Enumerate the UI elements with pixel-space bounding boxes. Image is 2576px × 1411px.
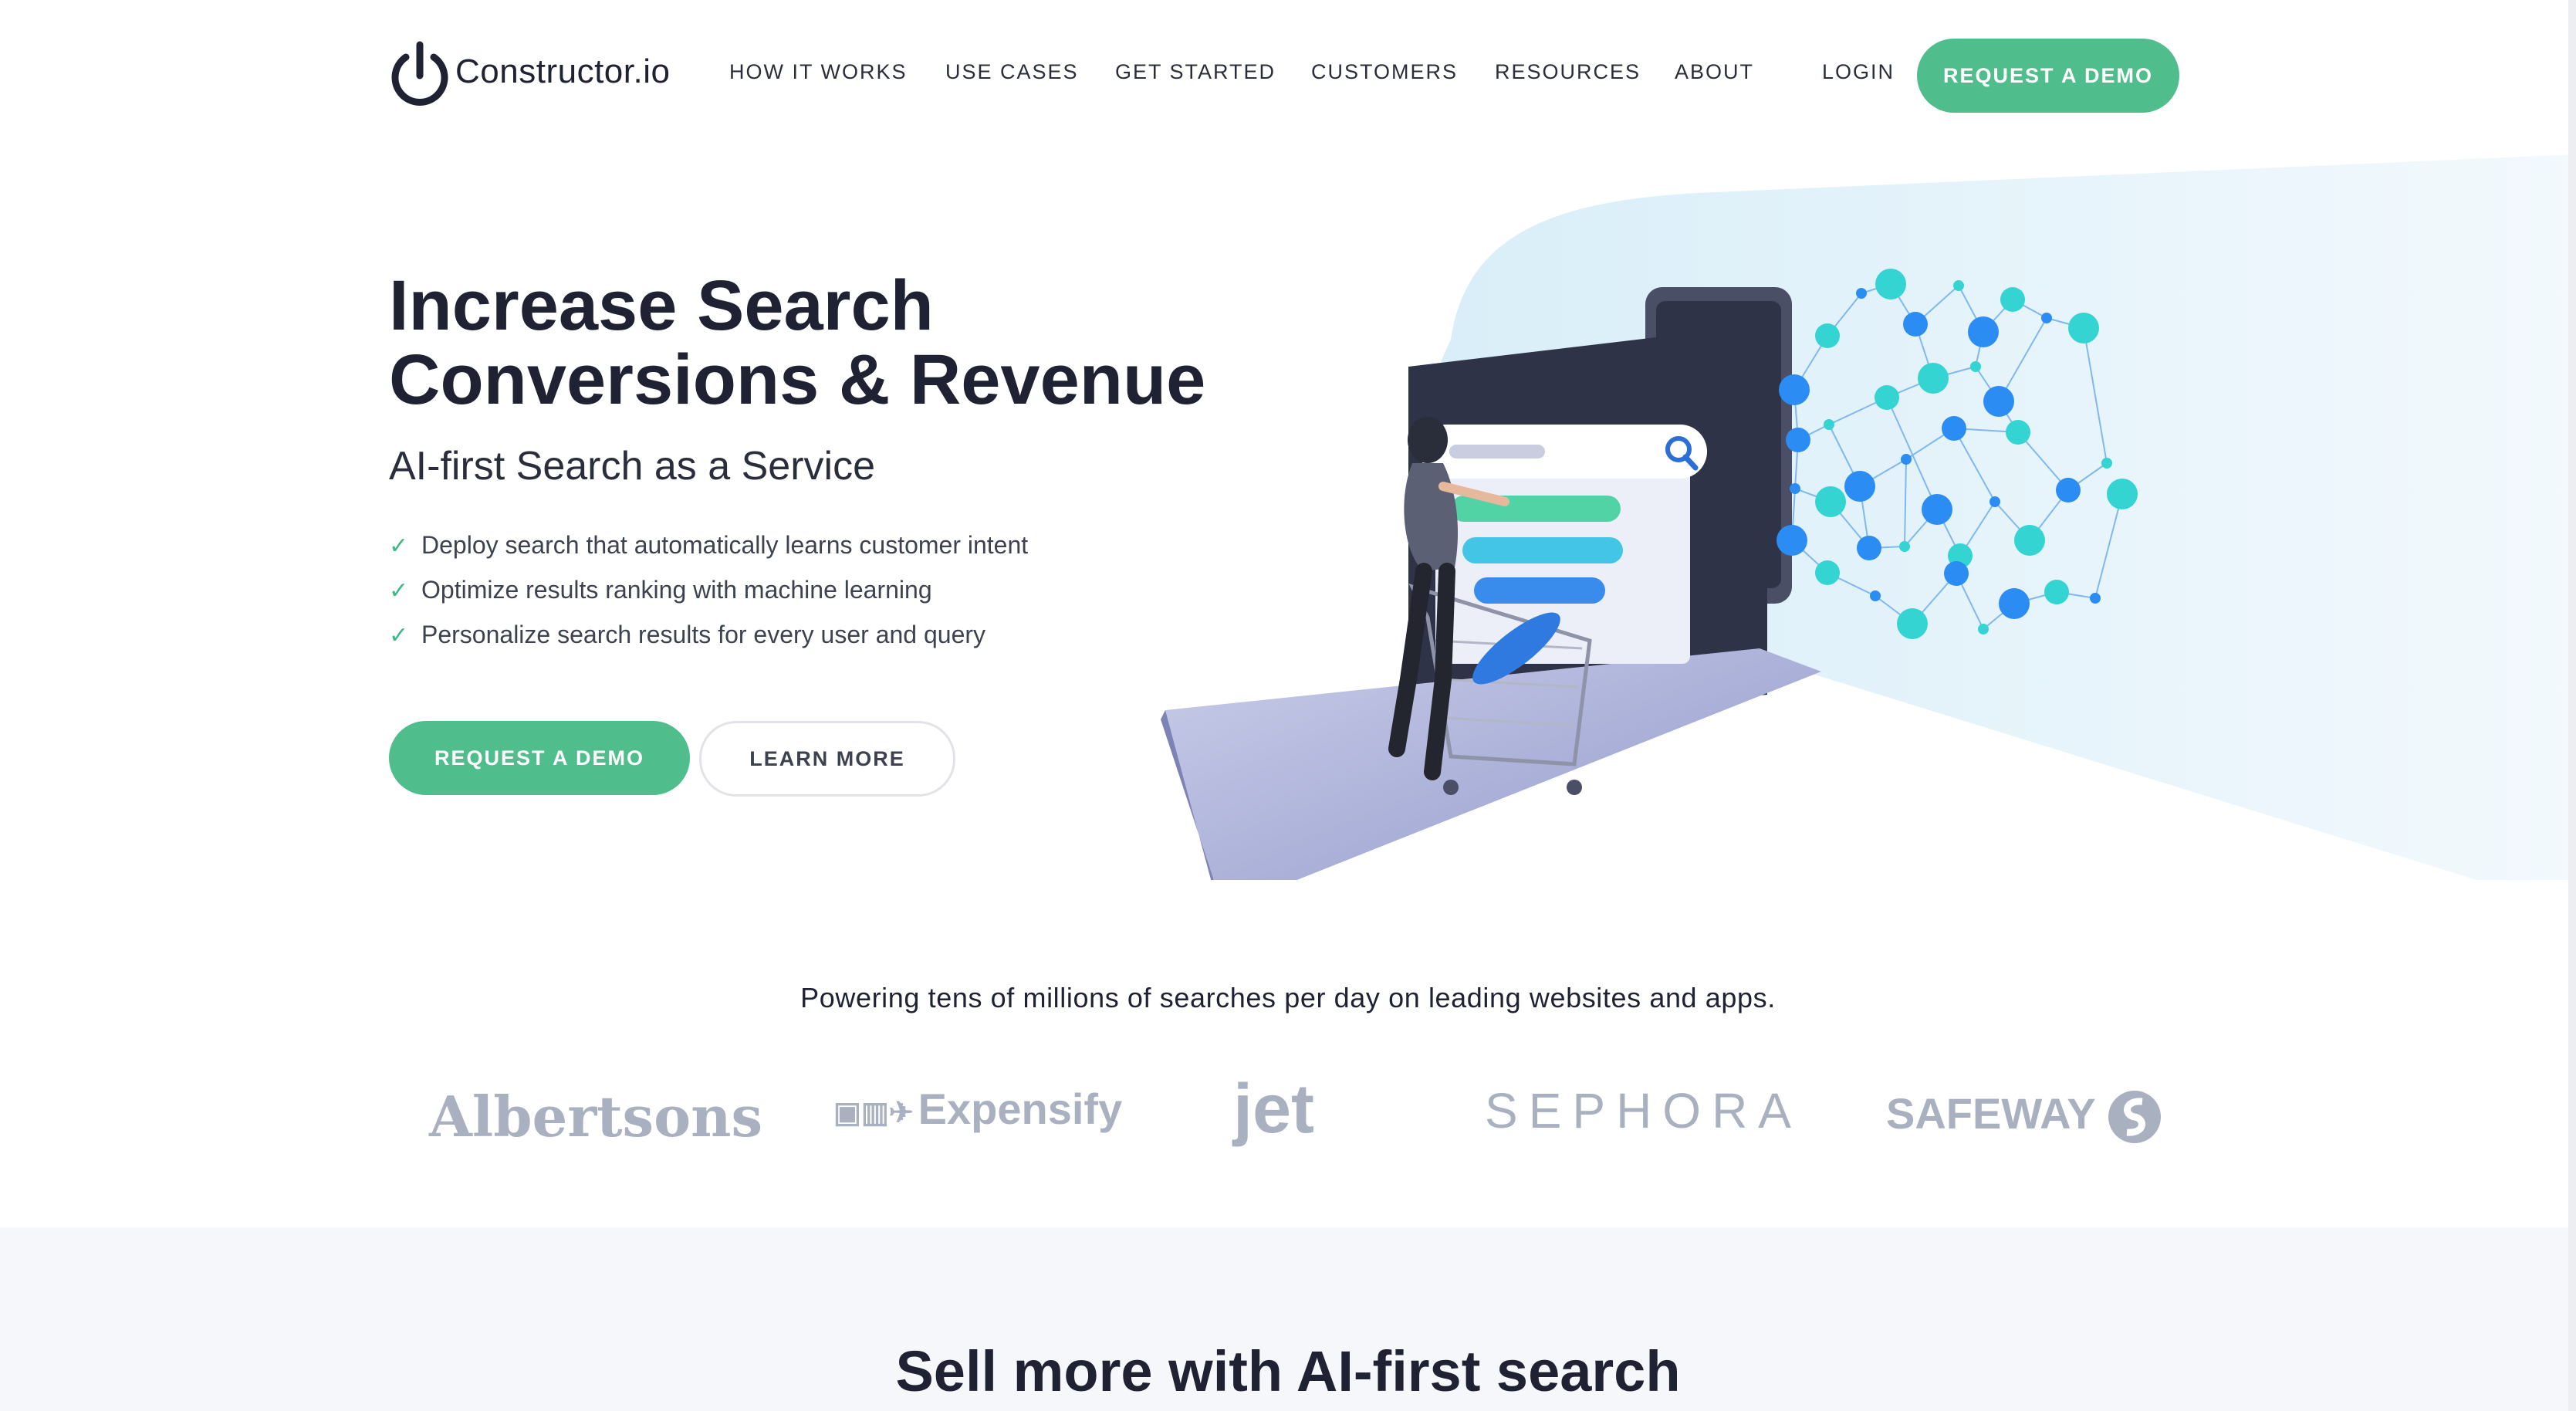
network-node	[1779, 374, 1810, 405]
network-node	[1942, 416, 1966, 441]
network-node	[2000, 287, 2025, 312]
network-node	[2101, 458, 2112, 469]
nav-use-cases[interactable]: USE CASES	[945, 60, 1079, 84]
expensify-icons: ▣▥✈	[833, 1096, 914, 1129]
network-node	[1875, 269, 1906, 299]
network-node	[1790, 483, 1800, 494]
network-node	[1983, 386, 2014, 417]
network-node	[1815, 560, 1840, 585]
power-icon	[391, 41, 448, 106]
feature-text: Optimize results ranking with machine le…	[421, 576, 932, 604]
nav-resources[interactable]: RESOURCES	[1495, 60, 1641, 84]
safeway-s-icon	[2108, 1091, 2162, 1144]
network-node	[2044, 580, 2069, 604]
feature-text: Personalize search results for every use…	[421, 621, 986, 648]
nav-about[interactable]: ABOUT	[1675, 60, 1754, 84]
check-icon: ✓	[389, 578, 409, 604]
customers-tagline: Powering tens of millions of searches pe…	[800, 982, 1776, 1013]
network-node	[2107, 479, 2138, 509]
feature-item: ✓ Deploy search that automatically learns…	[389, 531, 1028, 560]
check-icon: ✓	[389, 623, 409, 648]
feature-item: ✓ Optimize results ranking with machine l…	[389, 576, 932, 604]
nav-how-it-works[interactable]: HOW IT WORKS	[729, 60, 908, 84]
logo-text: Constructor.io	[455, 52, 671, 90]
hero-subtitle: AI-first Search as a Service	[389, 444, 875, 489]
network-node	[2041, 313, 2052, 323]
logo-safeway-text: SAFEWAY	[1886, 1089, 2095, 1138]
network-node	[1970, 361, 1981, 372]
network-node	[1999, 588, 2030, 619]
network-node	[1953, 280, 1964, 291]
check-icon: ✓	[389, 533, 409, 559]
network-node	[1815, 486, 1846, 517]
network-node	[2006, 420, 2030, 445]
network-node	[2056, 478, 2081, 502]
network-node	[1856, 288, 1867, 299]
logo-expensify: ▣▥✈ Expensify	[833, 1084, 1122, 1134]
nav-request-demo-button[interactable]: REQUEST A DEMO	[1917, 39, 2179, 113]
network-node	[1875, 385, 1899, 410]
network-node	[1897, 608, 1928, 639]
network-node	[1901, 454, 1912, 465]
feature-item: ✓ Personalize search results for every us…	[389, 621, 985, 649]
network-node	[1918, 363, 1949, 394]
scrollbar-track[interactable]	[2568, 0, 2576, 1411]
network-node	[1978, 624, 1989, 634]
hero-title: Increase Search Conversions & Revenue	[389, 269, 1253, 417]
network-node	[1922, 494, 1952, 525]
logo-albertsons: Albertsons	[429, 1084, 762, 1149]
logo-expensify-text: Expensify	[918, 1084, 1123, 1133]
network-node	[1776, 525, 1807, 556]
network-node	[1857, 536, 1881, 560]
network-node	[1870, 590, 1881, 601]
network-node	[1903, 312, 1928, 337]
nav-login[interactable]: LOGIN	[1822, 60, 1895, 84]
hero-illustration	[1161, 154, 2576, 880]
network-node	[1968, 316, 1999, 347]
nav-customers[interactable]: CUSTOMERS	[1311, 60, 1458, 84]
hero-learn-more-button[interactable]: LEARN MORE	[699, 721, 955, 797]
network-node	[1786, 428, 1810, 452]
network-node	[1844, 471, 1875, 502]
network-node	[2068, 313, 2099, 343]
nav-get-started[interactable]: GET STARTED	[1115, 60, 1276, 84]
next-section-title: Sell more with AI-first search	[895, 1339, 1681, 1403]
network-node	[1824, 419, 1834, 430]
hero-title-line1: Increase Search	[389, 266, 934, 345]
network-node	[1944, 561, 1969, 586]
logo-jet: jet	[1233, 1071, 1315, 1148]
network-node	[1899, 541, 1910, 552]
network-node	[1989, 496, 2000, 507]
logo-sephora: SEPHORA	[1485, 1083, 1802, 1139]
hero-title-line2: Conversions & Revenue	[389, 340, 1206, 419]
brand-logo[interactable]: Constructor.io	[389, 40, 682, 107]
feature-text: Deploy search that automatically learns …	[421, 531, 1029, 559]
hero-request-demo-button[interactable]: REQUEST A DEMO	[389, 721, 690, 795]
network-node	[1815, 323, 1840, 348]
logo-safeway: SAFEWAY	[1886, 1088, 2162, 1145]
network-node	[2090, 593, 2101, 604]
network-node	[2014, 525, 2045, 556]
